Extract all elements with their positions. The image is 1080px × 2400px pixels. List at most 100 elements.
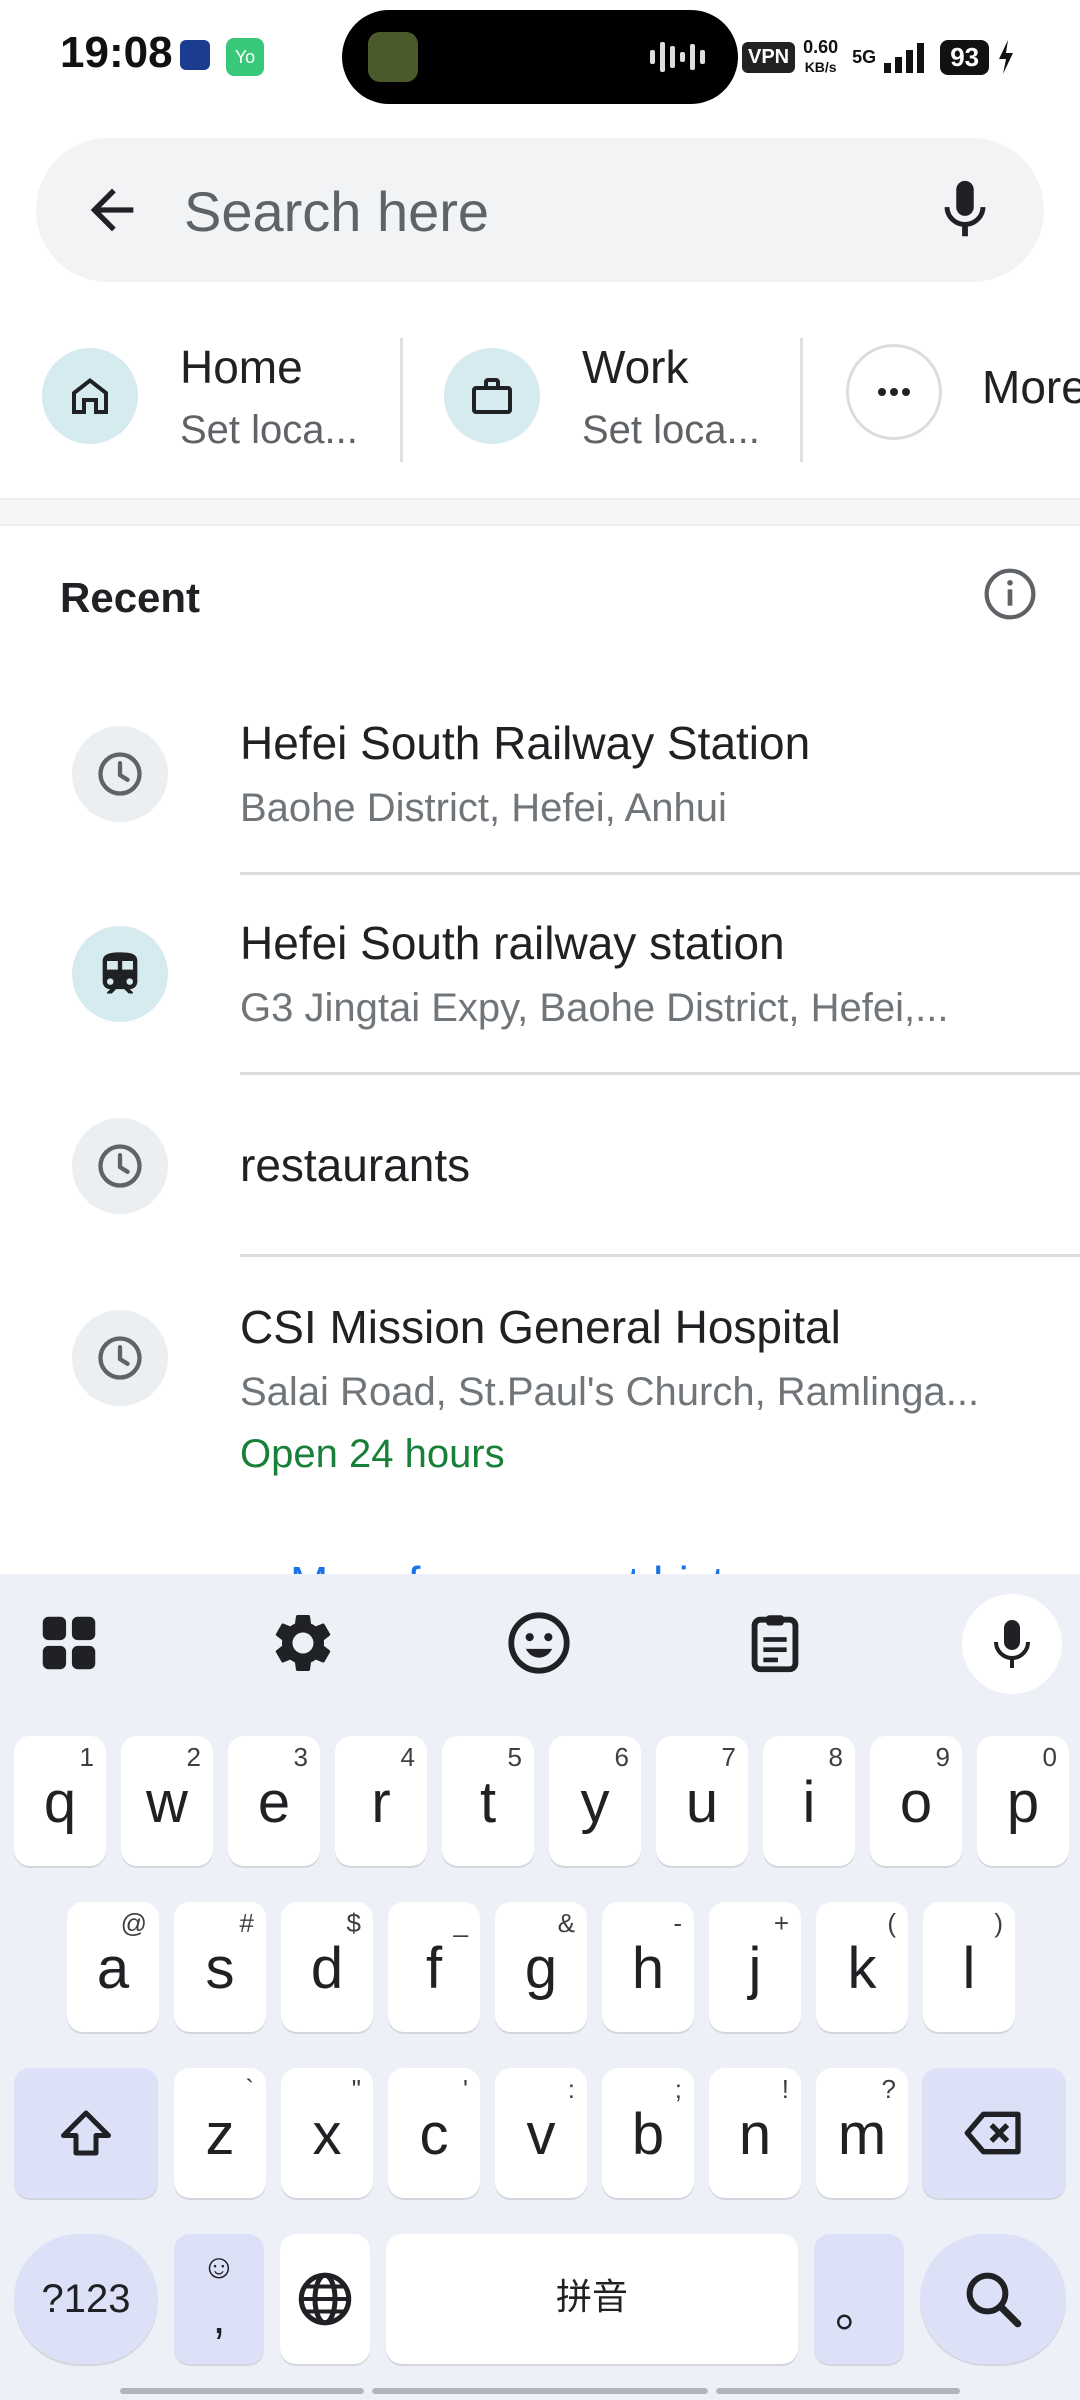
key-label: d <box>310 1936 344 2001</box>
key-label: q <box>43 1770 77 1835</box>
key-label: v <box>526 2102 556 2167</box>
key-o[interactable]: 9o <box>870 1736 962 1866</box>
key-label: n <box>738 2102 772 2167</box>
settings-gear-icon[interactable] <box>268 1608 338 1678</box>
key-n[interactable]: ! n <box>709 2068 801 2198</box>
key-label: t <box>479 1770 497 1835</box>
recent-item[interactable]: Hefei South Railway Station Baohe Distri… <box>0 700 1080 880</box>
media-thumbnail <box>368 32 418 82</box>
backspace-key[interactable] <box>922 2068 1066 2198</box>
key-r[interactable]: 4r <box>335 1736 427 1866</box>
key-z[interactable]: ` z <box>174 2068 266 2198</box>
key-label: 拼音 <box>555 2276 628 2317</box>
key-m[interactable]: ? m <box>816 2068 908 2198</box>
key-t[interactable]: 5t <box>442 1736 534 1866</box>
key-j[interactable]: + j <box>709 1902 801 2032</box>
shortcut-title: Work <box>582 341 689 393</box>
key-a[interactable]: @ a <box>67 1902 159 2032</box>
recent-item-title: CSI Mission General Hospital <box>240 1301 841 1353</box>
history-icon-circle <box>72 1310 168 1406</box>
recent-item-title: Hefei South railway station <box>240 917 785 969</box>
key-y[interactable]: 6y <box>549 1736 641 1866</box>
recent-item[interactable]: Hefei South railway station G3 Jingtai E… <box>0 900 1080 1080</box>
key-s[interactable]: # s <box>174 1902 266 2032</box>
key-h[interactable]: -h <box>602 1902 694 2032</box>
key-i[interactable]: 8i <box>763 1736 855 1866</box>
key-c[interactable]: ' c <box>388 2068 480 2198</box>
nav-gesture-bar <box>716 2388 960 2394</box>
voice-input-button[interactable] <box>962 1594 1062 1694</box>
key-e[interactable]: 3e <box>228 1736 320 1866</box>
recent-heading: Recent <box>60 574 201 621</box>
key-label: k <box>847 1936 877 2001</box>
key-label: i <box>802 1770 816 1835</box>
search-bar[interactable] <box>36 138 1044 282</box>
mic-icon <box>994 1620 1030 1668</box>
divider <box>240 1254 1080 1257</box>
more-history-link[interactable]: More from recent history <box>290 1556 788 1576</box>
recent-item[interactable]: restaurants <box>0 1100 1080 1260</box>
clipboard-icon[interactable] <box>740 1608 810 1678</box>
divider <box>400 338 403 462</box>
emoji-icon[interactable] <box>504 1608 574 1678</box>
key-f[interactable]: _ f <box>388 1902 480 2032</box>
mic-icon[interactable] <box>930 174 1000 246</box>
nav-gesture-bar <box>372 2388 708 2394</box>
key-w[interactable]: 2w <box>121 1736 213 1866</box>
history-icon-circle <box>72 726 168 822</box>
key-label: l <box>962 1936 976 2001</box>
dynamic-island[interactable] <box>342 10 738 104</box>
shortcut-row: Home Set loca... Work Set loca... More <box>0 320 1080 480</box>
arrow-left-icon[interactable] <box>80 178 144 242</box>
key-u[interactable]: 7u <box>656 1736 748 1866</box>
briefcase-icon <box>472 378 512 414</box>
key-label: u <box>685 1770 719 1835</box>
more-icon-circle <box>846 344 942 440</box>
key-k[interactable]: (k <box>816 1902 908 2032</box>
shortcut-home[interactable]: Home Set loca... <box>42 320 382 480</box>
clock-icon <box>98 752 142 796</box>
space-key[interactable]: 拼音 <box>386 2234 798 2364</box>
key-b[interactable]: ; b <box>602 2068 694 2198</box>
key-label: r <box>371 1770 391 1835</box>
shortcut-title: Home <box>180 341 303 393</box>
key-q[interactable]: 1q <box>14 1736 106 1866</box>
more-horiz-icon <box>878 388 910 396</box>
shortcut-work[interactable]: Work Set loca... <box>444 320 784 480</box>
shortcut-more[interactable]: More <box>846 320 1080 480</box>
key-label: z <box>205 2102 235 2167</box>
key-label-emoji: ☺ <box>201 2248 237 2286</box>
key-label: g <box>524 1936 558 2001</box>
keyboard-toolbar <box>0 1574 1080 1714</box>
info-icon[interactable] <box>982 566 1038 622</box>
key-l[interactable]: ) l <box>923 1902 1015 2032</box>
key-x[interactable]: " x <box>281 2068 373 2198</box>
clock-icon <box>98 1336 142 1380</box>
key-label: w <box>146 1770 188 1835</box>
briefcase-icon-circle <box>444 348 540 444</box>
shift-key[interactable] <box>14 2068 158 2198</box>
key-p[interactable]: 0p <box>977 1736 1069 1866</box>
status-time: 19:08 <box>60 28 173 77</box>
period-key[interactable]: 。 <box>814 2234 904 2364</box>
recent-item-subtitle: Salai Road, St.Paul's Church, Ramlinga..… <box>240 1370 980 1414</box>
search-input[interactable] <box>182 172 886 250</box>
symbols-key[interactable]: ?123 <box>14 2234 158 2364</box>
search-icon <box>966 2272 1022 2328</box>
app-notification-icon <box>180 40 210 70</box>
emoji-comma-key[interactable]: ☺ , <box>174 2234 264 2364</box>
key-d[interactable]: $ d <box>281 1902 373 2032</box>
shift-icon <box>61 2110 111 2156</box>
apps-grid-icon[interactable] <box>34 1608 104 1678</box>
language-switch-key[interactable] <box>280 2234 370 2364</box>
key-label: 。 <box>834 2284 883 2337</box>
network-speed: 0.60 KB/s <box>803 37 838 77</box>
search-key[interactable] <box>920 2234 1066 2364</box>
key-v[interactable]: :v <box>495 2068 587 2198</box>
recent-item[interactable]: CSI Mission General Hospital Salai Road,… <box>0 1276 1080 1496</box>
status-bar: 19:08 Yo VPN 0.60 KB/s 5G 93 <box>0 0 1080 110</box>
key-g[interactable]: & g <box>495 1902 587 2032</box>
recent-item-title: restaurants <box>240 1139 471 1191</box>
key-label: o <box>899 1770 933 1835</box>
speed-unit: KB/s <box>804 59 837 75</box>
